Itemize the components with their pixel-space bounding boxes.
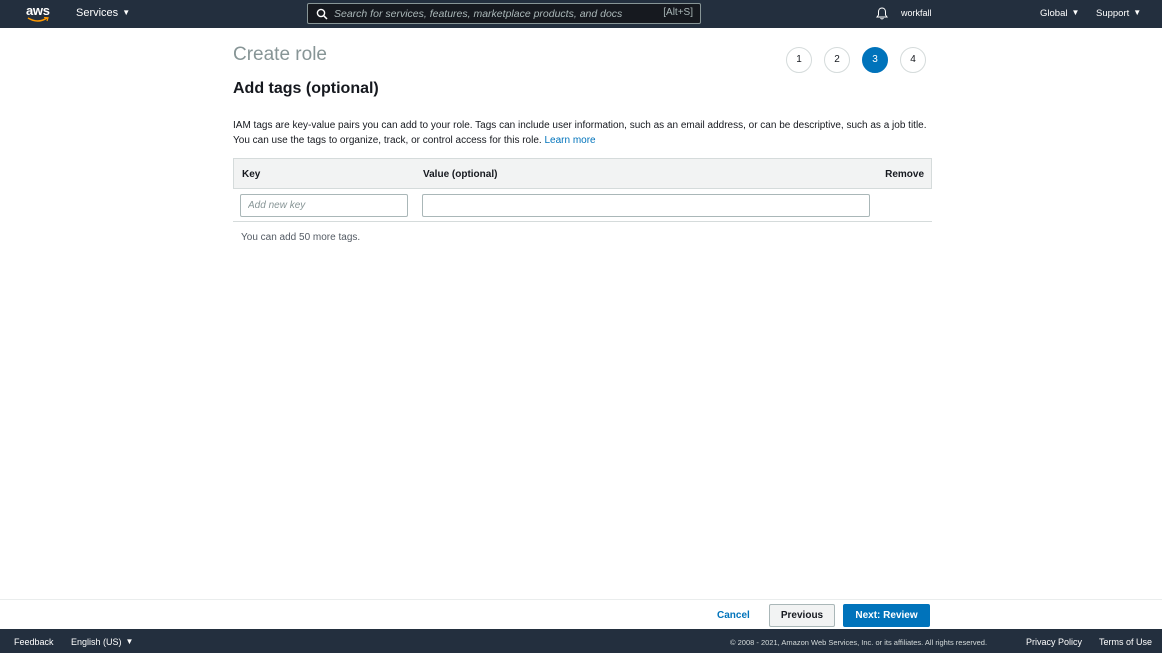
tags-table: Key Value (optional) Remove: [233, 158, 932, 222]
terms-of-use-link[interactable]: Terms of Use: [1099, 637, 1152, 647]
previous-button[interactable]: Previous: [769, 604, 835, 627]
search-bar[interactable]: [Alt+S]: [307, 3, 701, 24]
search-icon: [316, 8, 328, 20]
caret-down-icon: ▼: [1133, 8, 1142, 17]
support-label: Support: [1096, 8, 1130, 19]
column-header-key: Key: [242, 169, 261, 180]
table-header: Key Value (optional) Remove: [233, 158, 932, 189]
caret-down-icon: ▼: [125, 637, 134, 646]
region-label: Global: [1040, 8, 1068, 19]
caret-down-icon: ▼: [1071, 8, 1080, 17]
support-menu[interactable]: Support ▼: [1096, 8, 1141, 19]
caret-down-icon: ▼: [122, 8, 131, 17]
search-input[interactable]: [334, 6, 654, 21]
table-row: [233, 189, 932, 222]
services-menu[interactable]: Services ▼: [76, 7, 130, 19]
search-shortcut: [Alt+S]: [663, 7, 693, 18]
language-label: English (US): [71, 637, 122, 647]
footer: Feedback English (US) ▼ © 2008 - 2021, Am…: [0, 629, 1162, 653]
cancel-button[interactable]: Cancel: [709, 605, 758, 627]
step-1[interactable]: 1: [786, 47, 812, 73]
tag-value-input[interactable]: [422, 194, 870, 217]
aws-logo[interactable]: aws: [26, 3, 52, 25]
feedback-link[interactable]: Feedback: [14, 637, 54, 647]
step-2[interactable]: 2: [824, 47, 850, 73]
wizard-action-bar: Cancel Previous Next: Review: [0, 599, 1162, 629]
bell-icon[interactable]: [876, 7, 888, 20]
step-3-current: 3: [862, 47, 888, 73]
column-header-remove: Remove: [885, 169, 924, 180]
copyright-text: © 2008 - 2021, Amazon Web Services, Inc.…: [730, 638, 988, 647]
section-title: Add tags (optional): [233, 80, 379, 97]
tag-key-input[interactable]: [240, 194, 408, 217]
column-header-value: Value (optional): [423, 169, 498, 180]
page-title: Create role: [233, 44, 327, 65]
step-4: 4: [900, 47, 926, 73]
tags-description: IAM tags are key-value pairs you can add…: [233, 118, 933, 148]
aws-logo-text: aws: [26, 3, 50, 18]
privacy-policy-link[interactable]: Privacy Policy: [1026, 637, 1082, 647]
account-menu[interactable]: workfall: [901, 8, 932, 18]
language-selector[interactable]: English (US) ▼: [71, 637, 133, 647]
learn-more-link[interactable]: Learn more: [544, 135, 595, 146]
region-menu[interactable]: Global ▼: [1040, 8, 1079, 19]
top-navigation: aws Services▼ [Alt+S] workfall Global▼ S…: [0, 0, 1162, 28]
services-label: Services: [76, 7, 119, 19]
remaining-tags-text: You can add 50 more tags.: [241, 232, 361, 243]
aws-smile-icon: [27, 17, 49, 22]
next-review-button[interactable]: Next: Review: [843, 604, 930, 627]
